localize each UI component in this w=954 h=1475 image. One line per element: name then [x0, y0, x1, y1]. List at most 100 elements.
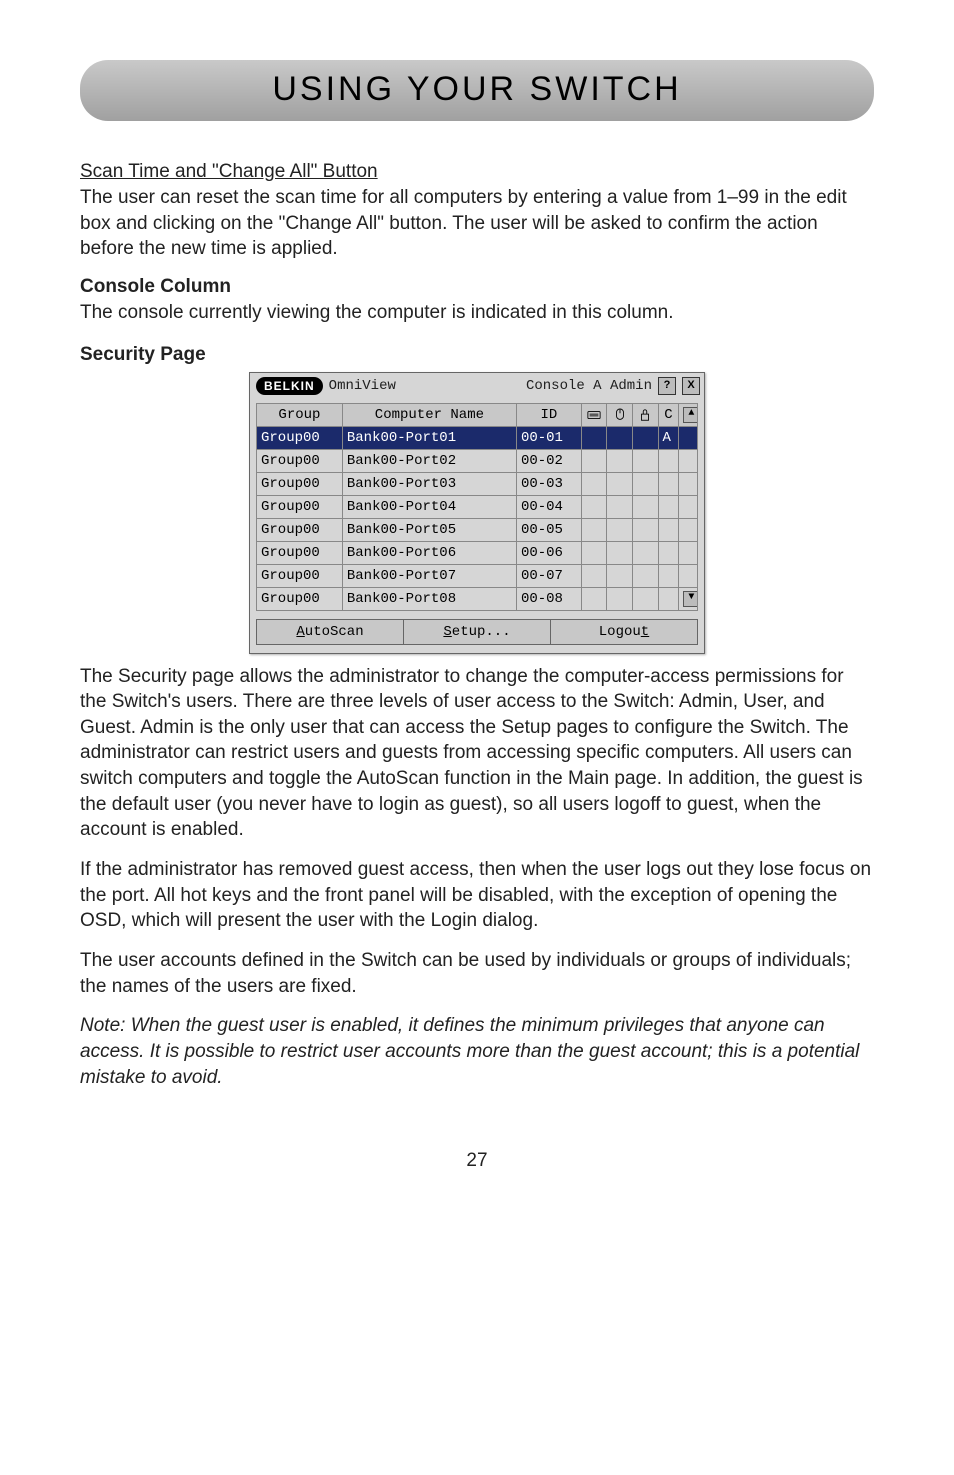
cell-id: 00-01 [516, 426, 581, 449]
cell-computer-name: Bank00-Port06 [342, 541, 516, 564]
table-row[interactable]: Group00Bank00-Port0600-06 [257, 541, 698, 564]
cell-console [658, 495, 679, 518]
cell-keyboard [581, 426, 607, 449]
cell-computer-name: Bank00-Port08 [342, 587, 516, 610]
cell-keyboard [581, 564, 607, 587]
cell-console [658, 449, 679, 472]
cell-keyboard [581, 518, 607, 541]
col-lock-icon[interactable] [633, 403, 659, 426]
cell-keyboard [581, 472, 607, 495]
scroll-track [679, 564, 698, 587]
cell-group: Group00 [257, 541, 343, 564]
scan-heading: Scan Time and "Change All" Button [80, 161, 874, 183]
cell-group: Group00 [257, 564, 343, 587]
cell-lock [633, 449, 659, 472]
scroll-down-button[interactable]: ▼ [679, 587, 698, 610]
cell-console [658, 541, 679, 564]
cell-mouse [607, 564, 633, 587]
cell-mouse [607, 518, 633, 541]
logout-button[interactable]: Logout [551, 619, 698, 645]
cell-group: Group00 [257, 587, 343, 610]
page-title: USING YOUR SWITCH [80, 60, 874, 121]
cell-group: Group00 [257, 426, 343, 449]
note-paragraph: Note: When the guest user is enabled, it… [80, 1013, 874, 1090]
osd-app-name: OmniView [329, 378, 396, 394]
cell-lock [633, 564, 659, 587]
cell-mouse [607, 472, 633, 495]
scroll-track [679, 541, 698, 564]
belkin-logo: BELKIN [256, 377, 323, 395]
security-paragraph: The Security page allows the administrat… [80, 664, 874, 843]
col-keyboard-icon[interactable] [581, 403, 607, 426]
page-number: 27 [80, 1150, 874, 1172]
scroll-track [679, 495, 698, 518]
cell-lock [633, 426, 659, 449]
cell-mouse [607, 541, 633, 564]
col-computer-name[interactable]: Computer Name [342, 403, 516, 426]
table-row[interactable]: Group00Bank00-Port0400-04 [257, 495, 698, 518]
scan-body: The user can reset the scan time for all… [80, 185, 874, 262]
cell-keyboard [581, 495, 607, 518]
title-text: USING YOUR SWITCH [80, 70, 874, 109]
cell-console: A [658, 426, 679, 449]
cell-console [658, 518, 679, 541]
scroll-track [679, 426, 698, 449]
console-body: The console currently viewing the comput… [80, 300, 874, 326]
table-row[interactable]: Group00Bank00-Port0300-03 [257, 472, 698, 495]
cell-computer-name: Bank00-Port01 [342, 426, 516, 449]
osd-window: BELKIN OmniView Console A Admin ? X Grou… [249, 372, 705, 654]
close-icon[interactable]: X [682, 377, 700, 395]
security-heading: Security Page [80, 344, 874, 366]
cell-computer-name: Bank00-Port04 [342, 495, 516, 518]
scroll-up-button[interactable]: ▲ [679, 403, 698, 426]
cell-computer-name: Bank00-Port02 [342, 449, 516, 472]
col-mouse-icon[interactable] [607, 403, 633, 426]
scroll-track [679, 472, 698, 495]
cell-lock [633, 495, 659, 518]
cell-console [658, 564, 679, 587]
cell-console [658, 472, 679, 495]
autoscan-button[interactable]: AutoScan [256, 619, 404, 645]
cell-computer-name: Bank00-Port03 [342, 472, 516, 495]
cell-group: Group00 [257, 495, 343, 518]
cell-id: 00-06 [516, 541, 581, 564]
cell-id: 00-08 [516, 587, 581, 610]
cell-id: 00-05 [516, 518, 581, 541]
cell-group: Group00 [257, 518, 343, 541]
console-heading: Console Column [80, 276, 874, 298]
cell-keyboard [581, 587, 607, 610]
osd-console-label: Console A Admin [526, 378, 652, 394]
cell-id: 00-03 [516, 472, 581, 495]
help-icon[interactable]: ? [658, 377, 676, 395]
table-row[interactable]: Group00Bank00-Port0500-05 [257, 518, 698, 541]
cell-id: 00-04 [516, 495, 581, 518]
setup-button[interactable]: Setup... [404, 619, 551, 645]
cell-id: 00-02 [516, 449, 581, 472]
table-row[interactable]: Group00Bank00-Port0800-08 ▼ [257, 587, 698, 610]
table-header-row: Group Computer Name ID [257, 403, 698, 426]
scroll-track [679, 449, 698, 472]
cell-mouse [607, 495, 633, 518]
cell-group: Group00 [257, 449, 343, 472]
cell-mouse [607, 449, 633, 472]
osd-titlebar: BELKIN OmniView Console A Admin ? X [250, 373, 704, 397]
cell-keyboard [581, 449, 607, 472]
table-row[interactable]: Group00Bank00-Port0700-07 [257, 564, 698, 587]
cell-mouse [607, 587, 633, 610]
cell-keyboard [581, 541, 607, 564]
cell-computer-name: Bank00-Port05 [342, 518, 516, 541]
cell-id: 00-07 [516, 564, 581, 587]
cell-lock [633, 472, 659, 495]
cell-computer-name: Bank00-Port07 [342, 564, 516, 587]
accounts-paragraph: The user accounts defined in the Switch … [80, 948, 874, 999]
col-id[interactable]: ID [516, 403, 581, 426]
guest-removed-paragraph: If the administrator has removed guest a… [80, 857, 874, 934]
table-row[interactable]: Group00Bank00-Port0200-02 [257, 449, 698, 472]
table-row[interactable]: Group00Bank00-Port0100-01 A [257, 426, 698, 449]
cell-lock [633, 587, 659, 610]
cell-console [658, 587, 679, 610]
col-group[interactable]: Group [257, 403, 343, 426]
cell-mouse [607, 426, 633, 449]
col-console[interactable]: C [658, 403, 679, 426]
osd-table: Group Computer Name ID [256, 403, 698, 611]
